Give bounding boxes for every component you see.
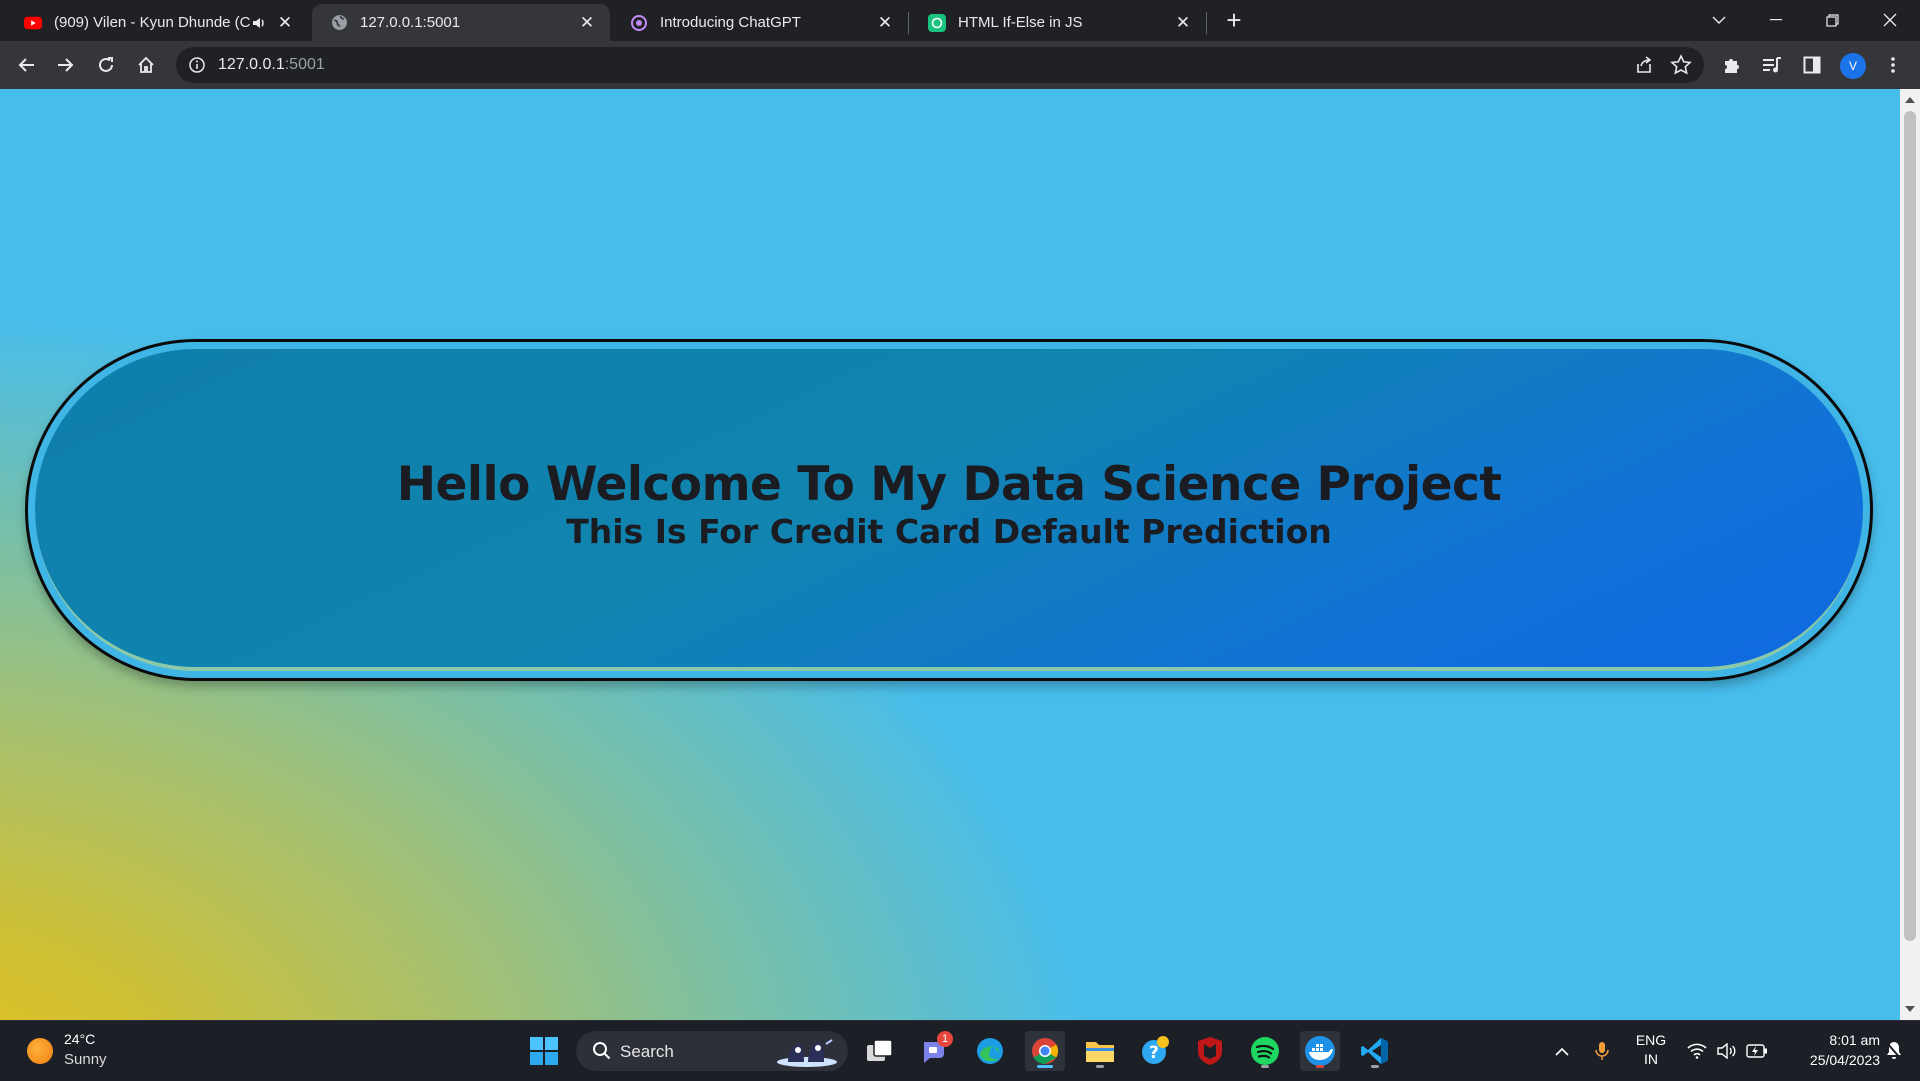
start-windows-icon[interactable] <box>524 1031 564 1071</box>
close-tab-icon[interactable]: ✕ <box>578 13 596 32</box>
tab-title: (909) Vilen - Kyun Dhunde (C <box>54 14 250 31</box>
tab-title: 127.0.0.1:5001 <box>360 14 461 31</box>
close-window-icon[interactable] <box>1876 6 1904 34</box>
search-highlight-penguins-icon <box>774 1036 840 1068</box>
restore-icon[interactable] <box>1818 6 1846 34</box>
openai-icon <box>630 14 648 32</box>
scroll-up-arrow-icon[interactable] <box>1905 97 1915 103</box>
extensions-puzzle-icon[interactable] <box>1718 51 1746 79</box>
svg-text:?: ? <box>1149 1043 1159 1063</box>
side-panel-icon[interactable] <box>1798 51 1826 79</box>
tab-chatgpt-intro[interactable]: Introducing ChatGPT ✕ <box>612 4 908 41</box>
search-label: Search <box>620 1042 674 1061</box>
taskbar-search-box[interactable]: Search <box>576 1031 848 1071</box>
back-arrow-icon[interactable] <box>12 51 40 79</box>
forward-arrow-icon[interactable] <box>52 51 80 79</box>
close-tab-icon[interactable]: ✕ <box>876 13 894 32</box>
speaker-icon[interactable] <box>250 14 268 32</box>
kebab-menu-icon[interactable] <box>1879 51 1907 79</box>
minimize-icon[interactable] <box>1762 6 1790 34</box>
close-tab-icon[interactable]: ✕ <box>1174 13 1192 32</box>
profile-avatar[interactable]: V <box>1840 53 1866 79</box>
bookmark-star-icon[interactable] <box>1670 54 1692 76</box>
page-viewport: Hello Welcome To My Data Science Project… <box>0 89 1900 1020</box>
running-indicator <box>1371 1065 1379 1068</box>
windows-taskbar: 24°C Sunny Search 1 ? ENG IN 8:01 am 25/… <box>0 1020 1920 1081</box>
scroll-down-arrow-icon[interactable] <box>1905 1006 1915 1012</box>
search-icon <box>592 1041 612 1061</box>
volume-icon[interactable] <box>1713 1031 1741 1071</box>
edge-browser-icon[interactable] <box>970 1031 1010 1071</box>
running-indicator <box>1037 1065 1053 1068</box>
scrollbar-thumb[interactable] <box>1904 111 1916 941</box>
reload-icon[interactable] <box>92 51 120 79</box>
media-control-icon[interactable] <box>1758 51 1786 79</box>
globe-icon <box>330 14 348 32</box>
language-code: ENG <box>1635 1032 1667 1048</box>
file-explorer-icon[interactable] <box>1080 1031 1120 1071</box>
show-hidden-icons-chevron-icon[interactable] <box>1548 1031 1576 1071</box>
youtube-icon <box>24 14 42 32</box>
chrome-browser-icon[interactable] <box>1025 1031 1065 1071</box>
new-tab-button[interactable]: + <box>1222 7 1246 33</box>
browser-toolbar: 127.0.0.1:5001 V <box>0 41 1920 90</box>
hero-banner-inner: Hello Welcome To My Data Science Project… <box>35 349 1863 671</box>
task-view-icon[interactable] <box>860 1031 900 1071</box>
tab-search-chevron-icon[interactable] <box>1705 6 1733 34</box>
microphone-icon[interactable] <box>1588 1031 1616 1071</box>
region-code: IN <box>1644 1051 1658 1067</box>
tab-title: HTML If-Else in JS <box>958 14 1083 31</box>
tab-divider <box>1206 12 1207 34</box>
sun-icon[interactable] <box>27 1038 53 1064</box>
tab-localhost[interactable]: 127.0.0.1:5001 ✕ <box>312 4 610 41</box>
vscode-icon[interactable] <box>1355 1031 1395 1071</box>
help-icon[interactable]: ? <box>1135 1031 1175 1071</box>
mcafee-shield-icon[interactable] <box>1190 1031 1230 1071</box>
weather-condition[interactable]: Sunny <box>64 1051 107 1068</box>
page-title: Hello Welcome To My Data Science Project <box>396 457 1502 512</box>
url-port: :5001 <box>284 56 325 73</box>
url-host: 127.0.0.1 <box>218 56 285 73</box>
clock-time: 8:01 am <box>1829 1032 1880 1048</box>
weather-temperature[interactable]: 24°C <box>64 1031 95 1047</box>
input-language[interactable]: ENG IN <box>1628 1031 1674 1069</box>
wifi-icon[interactable] <box>1683 1031 1711 1071</box>
tab-divider <box>908 12 909 34</box>
battery-charging-icon[interactable] <box>1743 1031 1771 1071</box>
site-info-icon[interactable] <box>188 56 206 74</box>
close-tab-icon[interactable]: ✕ <box>276 13 294 32</box>
tab-title: Introducing ChatGPT <box>660 14 801 31</box>
home-icon[interactable] <box>132 51 160 79</box>
url-text: 127.0.0.1:5001 <box>218 56 325 74</box>
tab-html-ifelse[interactable]: HTML If-Else in JS ✕ <box>910 4 1206 41</box>
running-indicator <box>1096 1065 1104 1068</box>
hero-banner: Hello Welcome To My Data Science Project… <box>25 339 1873 681</box>
share-icon[interactable] <box>1634 55 1654 75</box>
page-subtitle: This Is For Credit Card Default Predicti… <box>566 512 1332 551</box>
tab-youtube[interactable]: (909) Vilen - Kyun Dhunde (C ✕ <box>6 4 308 41</box>
docker-icon[interactable] <box>1300 1031 1340 1071</box>
system-clock[interactable]: 8:01 am 25/04/2023 <box>1780 1030 1880 1070</box>
notification-bell-icon[interactable] <box>1880 1031 1908 1071</box>
vertical-scrollbar[interactable] <box>1900 89 1920 1020</box>
clock-date: 25/04/2023 <box>1809 1052 1880 1068</box>
spotify-icon[interactable] <box>1245 1031 1285 1071</box>
tab-strip: (909) Vilen - Kyun Dhunde (C ✕ 127.0.0.1… <box>0 0 1920 41</box>
chatgpt-icon <box>928 13 946 32</box>
address-bar[interactable]: 127.0.0.1:5001 <box>176 47 1704 83</box>
running-indicator <box>1316 1065 1324 1068</box>
notification-badge: 1 <box>937 1031 953 1047</box>
teams-chat-icon[interactable]: 1 <box>915 1031 955 1071</box>
running-indicator <box>1261 1065 1269 1068</box>
